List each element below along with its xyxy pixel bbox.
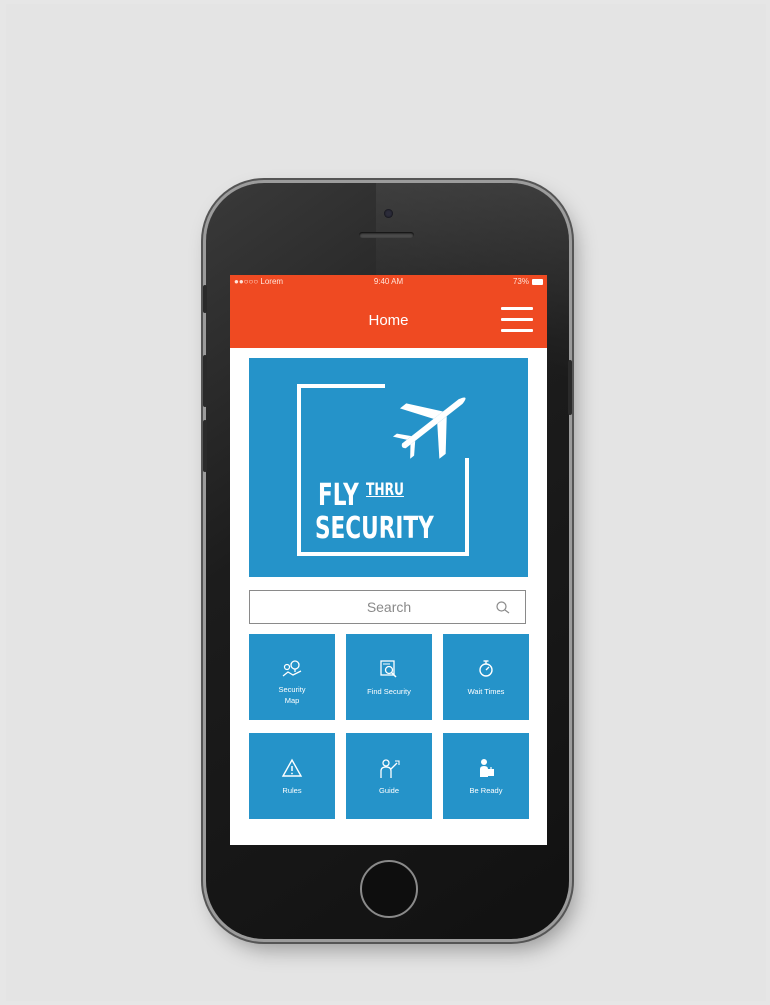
page-title: Home xyxy=(368,312,409,329)
hamburger-menu-icon[interactable] xyxy=(501,307,533,333)
app-screen: ●●○○○ Lorem 9:40 AM 73% Home FLY THRU SE… xyxy=(230,275,547,845)
tile-rules[interactable]: Rules xyxy=(249,733,335,819)
map-pin-icon xyxy=(249,658,335,682)
status-time: 9:40 AM xyxy=(373,277,404,286)
tile-label: Be Ready xyxy=(469,786,503,795)
search-input[interactable] xyxy=(250,591,490,623)
stopwatch-icon xyxy=(443,658,529,682)
tile-label: Find Security xyxy=(367,687,411,696)
find-security-icon xyxy=(346,658,432,682)
home-button[interactable] xyxy=(360,860,418,918)
guide-person-icon xyxy=(346,757,432,781)
tile-wait-times[interactable]: Wait Times xyxy=(443,634,529,720)
search-icon[interactable] xyxy=(495,600,511,616)
traveler-icon xyxy=(443,757,529,781)
tile-guide[interactable]: Guide xyxy=(346,733,432,819)
battery-percent: 73% xyxy=(512,277,529,286)
tile-be-ready[interactable]: Be Ready xyxy=(443,733,529,819)
volume-button-down xyxy=(203,420,207,472)
logo-thru-text: THRU xyxy=(366,480,404,500)
logo-security-text: SECURITY xyxy=(315,511,434,546)
volume-button-up xyxy=(203,285,207,313)
battery-icon xyxy=(532,279,543,285)
logo-fly-text: FLY xyxy=(318,478,359,513)
power-button xyxy=(568,360,572,415)
hero-banner: FLY THRU SECURITY xyxy=(249,358,528,577)
tile-find-security[interactable]: Find Security xyxy=(346,634,432,720)
front-camera xyxy=(384,209,393,218)
status-bar: ●●○○○ Lorem 9:40 AM 73% xyxy=(230,277,547,291)
tile-security-map[interactable]: Security Map xyxy=(249,634,335,720)
search-bar[interactable] xyxy=(249,590,526,624)
tile-label: Guide xyxy=(378,786,399,795)
volume-button-mid xyxy=(203,355,207,407)
warning-icon xyxy=(249,757,335,781)
tile-label: Wait Times xyxy=(467,687,505,696)
tile-label: Rules xyxy=(282,786,302,795)
app-header: ●●○○○ Lorem 9:40 AM 73% Home xyxy=(230,275,547,348)
tile-label: Security Map xyxy=(278,685,306,705)
earpiece-speaker xyxy=(359,232,414,238)
